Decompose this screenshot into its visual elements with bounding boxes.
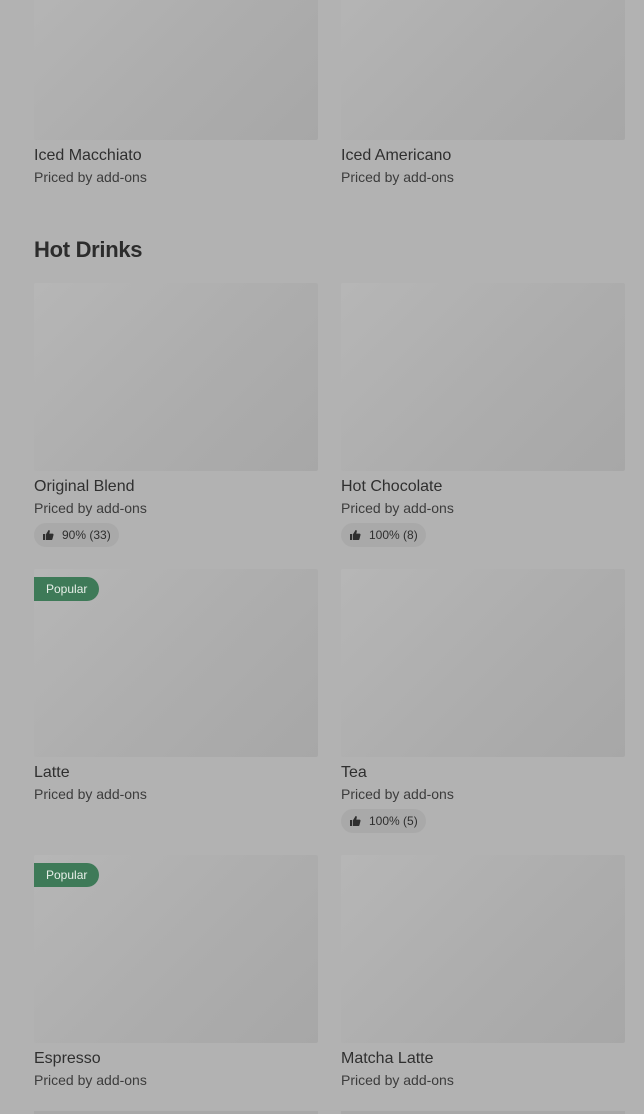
- item-name: Espresso: [34, 1050, 101, 1067]
- item-image: [341, 855, 625, 1043]
- thumbs-up-icon: [350, 530, 361, 540]
- menu-item-card[interactable]: Matcha Latte Priced by add-ons: [341, 855, 625, 1089]
- rating-text: 90% (33): [62, 528, 111, 542]
- menu-item-card[interactable]: Original Blend Priced by add-ons 90% (33…: [34, 283, 318, 547]
- popular-badge: Popular: [34, 577, 100, 601]
- item-name: Latte: [34, 764, 70, 781]
- rating-pill: 100% (5): [341, 809, 426, 833]
- item-price: Priced by add-ons: [34, 786, 147, 802]
- item-name: Iced Macchiato: [34, 147, 142, 164]
- item-name: Matcha Latte: [341, 1050, 434, 1067]
- item-image: [34, 283, 318, 471]
- menu-item-card[interactable]: Iced Americano Priced by add-ons: [341, 0, 625, 186]
- rating-pill: 90% (33): [34, 523, 119, 547]
- item-name: Original Blend: [34, 478, 135, 495]
- menu-item-card[interactable]: Tea Priced by add-ons 100% (5): [341, 569, 625, 833]
- rating-text: 100% (8): [369, 528, 418, 542]
- section-title: Hot Drinks: [34, 237, 143, 262]
- menu-page: Iced Macchiato Priced by add-ons Iced Am…: [0, 0, 644, 1114]
- item-price: Priced by add-ons: [341, 1072, 454, 1088]
- item-price: Priced by add-ons: [341, 786, 454, 802]
- rating-pill: 100% (8): [341, 523, 426, 547]
- menu-item-card[interactable]: Popular Latte Priced by add-ons: [34, 569, 318, 803]
- item-image: Popular: [34, 569, 318, 757]
- thumbs-up-icon: [43, 530, 54, 540]
- menu-item-card[interactable]: Popular Espresso Priced by add-ons: [34, 855, 318, 1089]
- item-image: [341, 0, 625, 140]
- item-image: [341, 569, 625, 757]
- item-image: [34, 0, 318, 140]
- item-image: [341, 283, 625, 471]
- item-image: Popular: [34, 855, 318, 1043]
- item-name: Iced Americano: [341, 147, 452, 164]
- item-price: Priced by add-ons: [341, 169, 454, 185]
- item-price: Priced by add-ons: [34, 1072, 147, 1088]
- item-price: Priced by add-ons: [341, 500, 454, 516]
- item-price: Priced by add-ons: [34, 500, 147, 516]
- item-name: Hot Chocolate: [341, 478, 443, 495]
- thumbs-up-icon: [350, 816, 361, 826]
- menu-item-card[interactable]: Iced Macchiato Priced by add-ons: [34, 0, 318, 186]
- item-price: Priced by add-ons: [34, 169, 147, 185]
- popular-badge: Popular: [34, 863, 100, 887]
- rating-text: 100% (5): [369, 814, 418, 828]
- menu-item-card[interactable]: Hot Chocolate Priced by add-ons 100% (8): [341, 283, 625, 547]
- item-name: Tea: [341, 764, 367, 781]
